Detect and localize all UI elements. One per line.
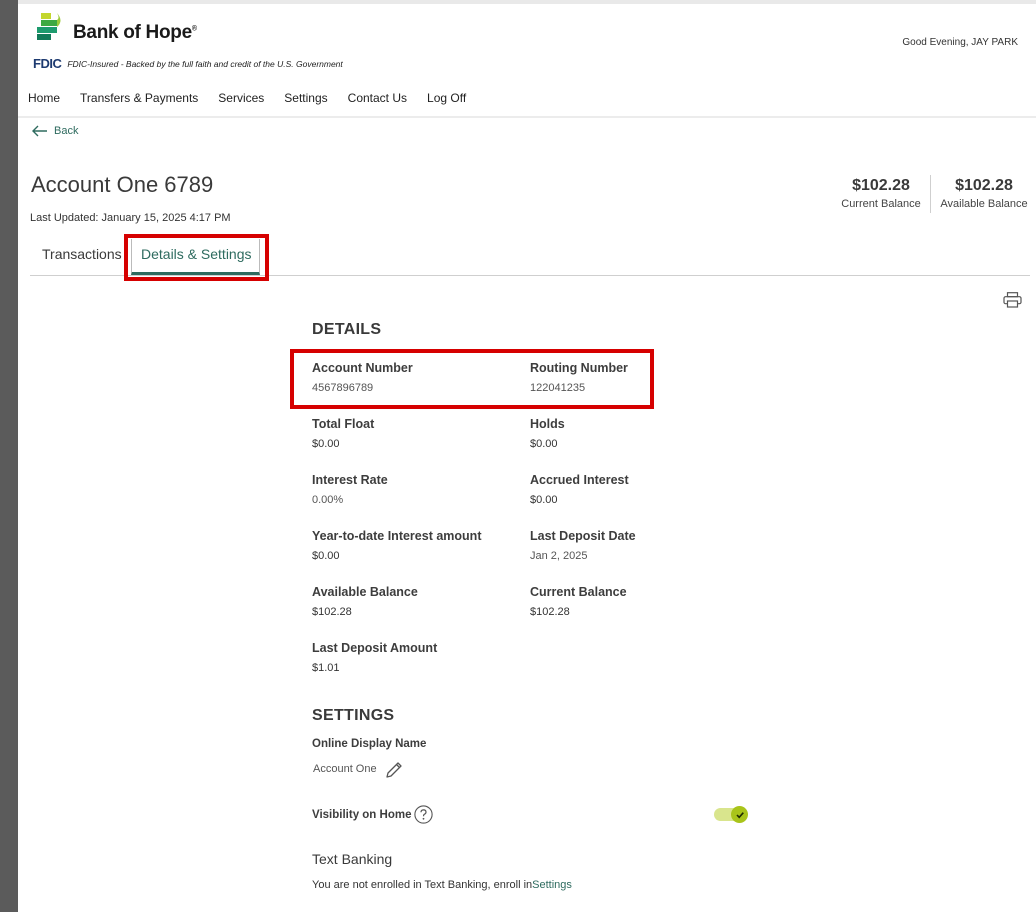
tab-transactions[interactable]: Transactions xyxy=(42,246,122,262)
nav-contact-us[interactable]: Contact Us xyxy=(348,91,407,105)
back-label: Back xyxy=(54,125,79,137)
top-border xyxy=(18,0,1036,4)
left-edge-bar xyxy=(0,0,18,912)
nav-home[interactable]: Home xyxy=(28,91,60,105)
arrow-left-icon xyxy=(32,125,47,137)
fdic-text: FDIC-Insured - Backed by the full faith … xyxy=(67,58,343,69)
settings-heading: SETTINGS xyxy=(312,707,395,724)
accrued-interest-label: Accrued Interest xyxy=(530,473,629,487)
last-deposit-date-label: Last Deposit Date xyxy=(530,529,636,543)
text-banking-heading: Text Banking xyxy=(312,851,393,867)
edit-pencil-icon[interactable] xyxy=(384,760,404,785)
fdic-notice: FDIC FDIC-Insured - Backed by the full f… xyxy=(33,56,343,71)
accrued-interest-value: $0.00 xyxy=(530,494,558,506)
last-updated: Last Updated: January 15, 2025 4:17 PM xyxy=(30,212,231,224)
text-banking-message: You are not enrolled in Text Banking, en… xyxy=(312,879,572,891)
last-deposit-amount-value: $1.01 xyxy=(312,662,340,674)
online-display-name-label: Online Display Name xyxy=(312,738,427,750)
visibility-on-home-label: Visibility on Home xyxy=(312,809,412,821)
bank-logo[interactable]: Bank of Hope® xyxy=(37,12,197,44)
page-title: Account One 6789 xyxy=(31,172,214,197)
main-nav: Home Transfers & Payments Services Setti… xyxy=(28,91,486,105)
print-icon[interactable] xyxy=(1003,292,1022,313)
account-number-value: 4567896789 xyxy=(312,382,374,394)
logo-mark-icon xyxy=(37,13,71,43)
interest-rate-label: Interest Rate xyxy=(312,473,388,487)
nav-log-off[interactable]: Log Off xyxy=(427,91,466,105)
routing-number-label: Routing Number xyxy=(530,361,628,375)
text-banking-settings-link[interactable]: Settings xyxy=(532,879,572,891)
available-balance-amount: $102.28 xyxy=(955,177,1013,194)
greeting: Good Evening, JAY PARK xyxy=(902,37,1018,48)
available-balance-label: Available Balance xyxy=(940,198,1028,210)
online-display-name-value: Account One xyxy=(313,763,377,775)
ytd-interest-label: Year-to-date Interest amount xyxy=(312,529,482,543)
help-question-icon[interactable] xyxy=(414,805,433,829)
nav-services[interactable]: Services xyxy=(218,91,264,105)
nav-divider xyxy=(18,116,1036,118)
routing-number-value: 122041235 xyxy=(530,382,586,394)
current-balance-label: Current Balance xyxy=(841,198,921,210)
account-number-label: Account Number xyxy=(312,361,413,375)
highlight-box-tab xyxy=(124,234,269,281)
total-float-value: $0.00 xyxy=(312,438,340,450)
check-icon xyxy=(735,811,744,818)
ytd-interest-value: $0.00 xyxy=(312,550,340,562)
available-balance-value-detail: $102.28 xyxy=(312,606,352,618)
fdic-badge: FDIC xyxy=(33,56,62,71)
current-balance-value-detail: $102.28 xyxy=(530,606,570,618)
holds-value: $0.00 xyxy=(530,438,558,450)
nav-transfers-payments[interactable]: Transfers & Payments xyxy=(80,91,198,105)
available-balance-summary: $102.28 Available Balance xyxy=(938,177,1030,210)
total-float-label: Total Float xyxy=(312,417,375,431)
back-link[interactable]: Back xyxy=(31,125,78,137)
brand-name: Bank of Hope® xyxy=(73,22,197,43)
visibility-toggle[interactable] xyxy=(714,806,748,823)
nav-settings[interactable]: Settings xyxy=(284,91,327,105)
current-balance-label-detail: Current Balance xyxy=(530,585,627,599)
toggle-knob xyxy=(731,806,748,823)
current-balance-summary: $102.28 Current Balance xyxy=(838,177,924,210)
interest-rate-value: 0.00% xyxy=(312,494,344,506)
balance-divider xyxy=(930,175,931,213)
current-balance-amount: $102.28 xyxy=(852,177,910,194)
last-deposit-date-value: Jan 2, 2025 xyxy=(530,550,588,562)
highlight-box-account-routing xyxy=(290,349,654,409)
last-deposit-amount-label: Last Deposit Amount xyxy=(312,641,438,655)
available-balance-label-detail: Available Balance xyxy=(312,585,418,599)
holds-label: Holds xyxy=(530,417,565,431)
details-heading: DETAILS xyxy=(312,321,382,338)
